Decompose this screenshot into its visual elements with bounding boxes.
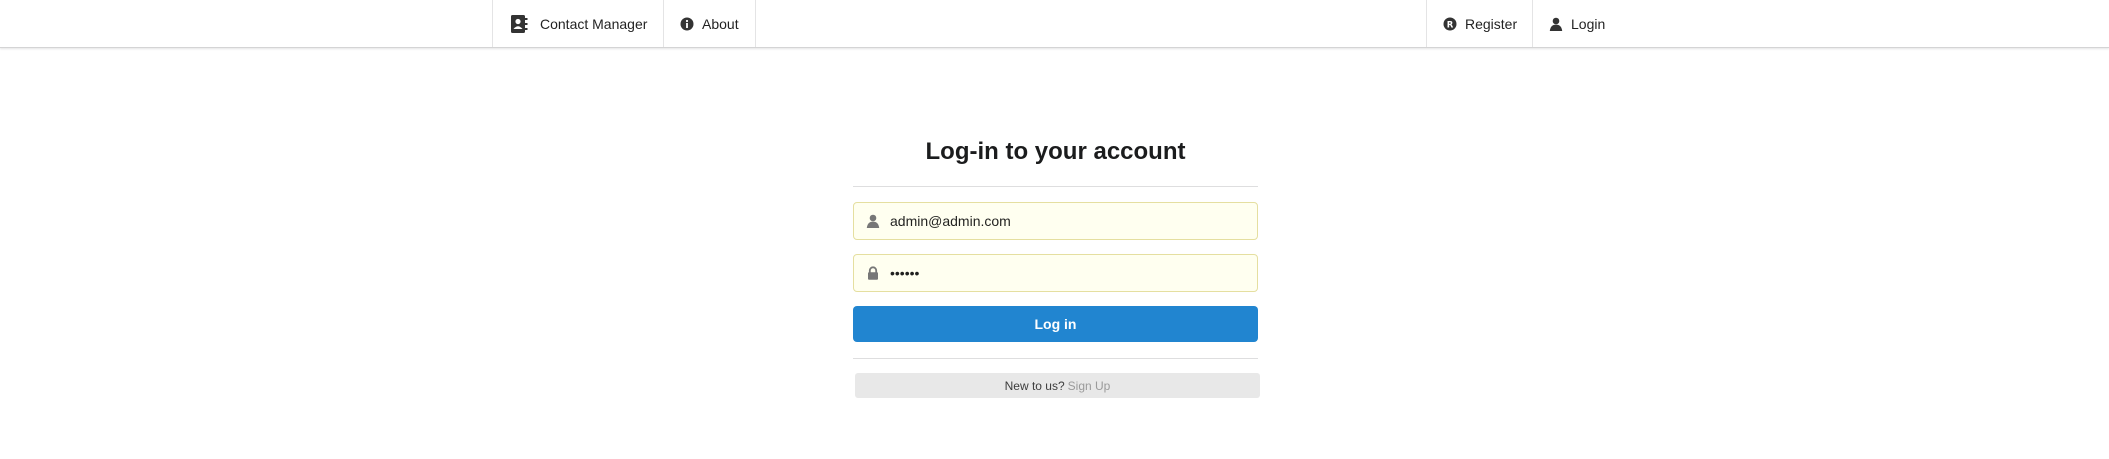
svg-text:R: R <box>1447 20 1454 30</box>
email-field[interactable] <box>853 202 1258 240</box>
sign-up-link[interactable]: Sign Up <box>1068 379 1111 393</box>
info-circle-icon <box>680 17 694 31</box>
nav-about[interactable]: About <box>663 0 756 47</box>
nav-register[interactable]: R Register <box>1426 0 1533 47</box>
signup-message: New to us? Sign Up <box>855 373 1260 398</box>
password-field[interactable] <box>853 254 1258 292</box>
lock-icon <box>866 266 880 280</box>
new-to-us-text: New to us? <box>1004 378 1065 393</box>
nav-register-label: Register <box>1465 15 1518 32</box>
email-input[interactable] <box>890 213 1230 229</box>
address-book-icon <box>509 14 529 34</box>
nav-contact-manager-label: Contact Manager <box>540 15 648 32</box>
title-divider <box>853 186 1258 187</box>
nav-contact-manager[interactable]: Contact Manager <box>492 0 664 47</box>
nav-about-label: About <box>702 15 739 32</box>
user-icon <box>1549 17 1563 31</box>
login-button[interactable]: Log in <box>853 306 1258 342</box>
password-input[interactable] <box>890 265 1230 281</box>
nav-login-label: Login <box>1571 15 1606 32</box>
top-navbar: Contact Manager About R Register Login <box>0 0 2109 48</box>
form-divider <box>853 358 1258 359</box>
nav-login[interactable]: Login <box>1532 0 1615 47</box>
user-icon <box>866 214 880 228</box>
page-title: Log-in to your account <box>925 138 1186 165</box>
registered-icon: R <box>1443 17 1457 31</box>
